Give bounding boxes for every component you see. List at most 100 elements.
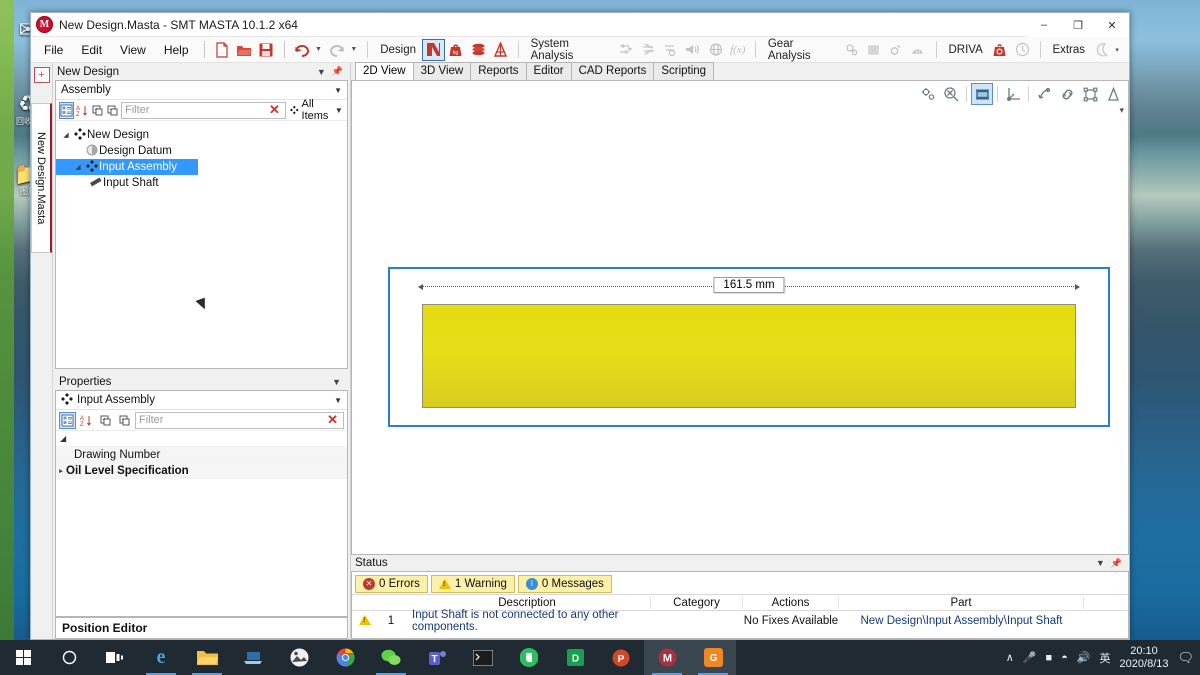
noise-speaker-icon[interactable] (682, 39, 704, 61)
assembly-filter-input[interactable] (125, 104, 267, 116)
transmission-efficiency-icon[interactable] (659, 39, 681, 61)
assembly-filter-box[interactable]: ✕ (121, 101, 286, 119)
gear-cutter-icon[interactable] (885, 39, 907, 61)
tree-item-input-shaft[interactable]: Input Shaft (56, 175, 347, 191)
duty-cycle-icon[interactable] (637, 39, 659, 61)
properties-filter-box[interactable]: ✕ (135, 411, 344, 429)
settings-gear-small-icon[interactable] (917, 83, 939, 105)
property-row-drawing-number[interactable]: Drawing Number (56, 447, 347, 463)
menu-edit[interactable]: Edit (72, 40, 111, 60)
cortana-search-button[interactable] (46, 640, 92, 675)
redo-arrow-icon[interactable] (326, 39, 348, 61)
photo-viewer-button[interactable] (276, 640, 322, 675)
microsoft-teams-button[interactable]: T (414, 640, 460, 675)
row-part[interactable]: New Design\Input Assembly\Input Shaft (839, 615, 1084, 627)
clock-icon[interactable] (1011, 39, 1033, 61)
chevron-down-icon[interactable]: ▼ (329, 377, 344, 387)
categorize-icon[interactable] (59, 101, 74, 119)
moon-icon[interactable] (1091, 39, 1113, 61)
maximize-button[interactable]: ❐ (1061, 13, 1095, 37)
expand-all-icon[interactable] (91, 102, 104, 119)
column-part[interactable]: Part (839, 596, 1084, 609)
input-shaft-graphic[interactable] (422, 304, 1076, 408)
materials-stack-icon[interactable] (467, 39, 489, 61)
zoom-fit-icon[interactable] (940, 83, 962, 105)
gear-mesh-icon[interactable] (907, 39, 929, 61)
chevron-down-icon[interactable]: ▼ (334, 396, 342, 405)
chevron-down-icon[interactable]: ▼ (314, 67, 329, 77)
pin-icon[interactable]: 📌 (329, 66, 346, 77)
tab-3d-view[interactable]: 3D View (412, 62, 472, 80)
minimize-button[interactable]: – (1027, 13, 1061, 37)
wechat-button[interactable] (368, 640, 414, 675)
bounding-box-icon[interactable] (1079, 83, 1101, 105)
drawing-frame[interactable]: 161.5 mm (388, 267, 1110, 427)
tab-2d-view[interactable]: 2D View (355, 62, 414, 80)
expander-icon[interactable]: ◢ (72, 163, 84, 171)
2d-view-canvas[interactable]: ▾ 161.5 mm (351, 81, 1129, 555)
mass-weight-icon[interactable]: kg (445, 39, 467, 61)
clear-x-icon[interactable]: ✕ (267, 102, 282, 118)
tree-item-new-design[interactable]: ◢ New Design (56, 127, 347, 143)
ime-indicator[interactable]: 英 (1100, 650, 1111, 666)
expander-icon[interactable]: ◢ (60, 131, 72, 139)
tab-editor[interactable]: Editor (525, 62, 572, 80)
masta-app-button[interactable]: M (644, 640, 690, 675)
position-editor-bar[interactable]: Position Editor (55, 617, 348, 639)
column-category[interactable]: Category (651, 596, 743, 609)
tab-reports[interactable]: Reports (470, 62, 527, 80)
expand-all-icon[interactable] (97, 412, 114, 429)
annotate-icon[interactable] (1102, 83, 1124, 105)
collapse-all-icon[interactable] (116, 412, 133, 429)
volume-icon[interactable]: 🔊 (1077, 651, 1091, 664)
evernote-button[interactable] (506, 640, 552, 675)
micro-geometry-icon[interactable] (862, 39, 884, 61)
property-category-row[interactable]: ◢ (56, 431, 347, 447)
properties-grid[interactable]: ◢ Drawing Number ▸ Oil Level Specificati… (56, 431, 347, 616)
tree-item-design-datum[interactable]: Design Datum (56, 143, 347, 159)
column-actions[interactable]: Actions (743, 596, 839, 609)
function-fx-icon[interactable]: f(x) (727, 39, 749, 61)
messages-filter-button[interactable]: i 0 Messages (517, 574, 612, 593)
pin-icon[interactable]: 📌 (1108, 558, 1125, 569)
powerpoint-button[interactable]: P (598, 640, 644, 675)
close-button[interactable]: ✕ (1095, 13, 1129, 37)
add-document-icon[interactable]: + (33, 67, 50, 83)
new-document-icon[interactable] (211, 39, 233, 61)
all-items-selector[interactable]: All Items ▼ (288, 98, 345, 122)
errors-filter-button[interactable]: ✕ 0 Errors (355, 574, 428, 593)
sort-alpha-icon[interactable]: AZ (76, 102, 89, 119)
expander-icon[interactable]: ▸ (56, 467, 66, 475)
start-button[interactable] (0, 640, 46, 675)
taskbar-clock[interactable]: 20:10 2020/8/13 (1120, 645, 1169, 671)
clear-x-icon[interactable]: ✕ (325, 412, 340, 428)
undo-arrow-icon[interactable] (291, 39, 313, 61)
view-options-caret[interactable]: ▾ (1119, 105, 1124, 116)
property-row-oil-level-specification[interactable]: ▸ Oil Level Specification (56, 463, 347, 479)
menu-view[interactable]: View (111, 40, 155, 60)
notification-icon[interactable]: 🗨 (1177, 650, 1194, 666)
sort-alpha-icon[interactable]: AZ (78, 412, 95, 429)
axes-icon[interactable] (1002, 83, 1024, 105)
collapse-all-icon[interactable] (106, 102, 119, 119)
link-icon[interactable] (1056, 83, 1078, 105)
command-prompt-button[interactable] (460, 640, 506, 675)
battery-icon[interactable]: ■ (1046, 652, 1053, 664)
dingtalk-button[interactable]: D (552, 640, 598, 675)
wifi-icon[interactable]: ◓ (1061, 652, 1068, 664)
menu-file[interactable]: File (35, 40, 72, 60)
gif-recorder-button[interactable]: G (690, 640, 736, 675)
tray-expand-icon[interactable]: ∧ (1006, 651, 1014, 664)
rotate-icon[interactable] (1033, 83, 1055, 105)
load-case-icon[interactable] (615, 39, 637, 61)
tab-cad-reports[interactable]: CAD Reports (570, 62, 655, 80)
file-explorer-button[interactable] (184, 640, 230, 675)
microphone-icon[interactable]: 🎤 (1023, 651, 1037, 664)
acoustics-icon[interactable] (704, 39, 726, 61)
document-tab-new-design[interactable]: New Design.Masta (31, 103, 52, 253)
gear-set-icon[interactable] (840, 39, 862, 61)
assembly-tree[interactable]: ◢ New Design Design Datum ◢ Input Assemb… (56, 121, 347, 368)
chevron-down-icon[interactable]: ▼ (335, 106, 343, 115)
design-n-icon[interactable] (422, 38, 445, 61)
task-view-button[interactable] (92, 640, 138, 675)
